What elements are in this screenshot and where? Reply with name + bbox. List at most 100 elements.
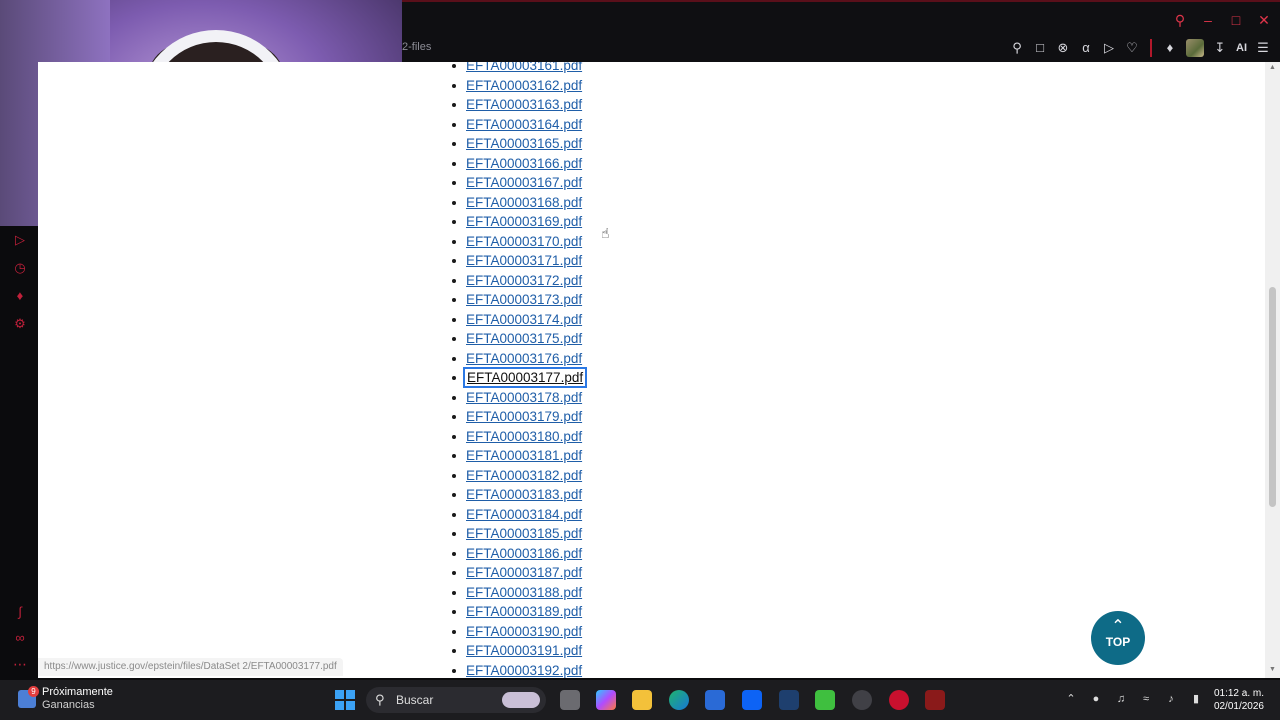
taskbar: 9 Próximamente Ganancias ⚲ Buscar ⌃ ● ♫ … [0,680,1280,720]
list-item: EFTA00003177.pdf [452,367,588,388]
file-link[interactable]: EFTA00003172.pdf [466,273,582,288]
file-link[interactable]: EFTA00003163.pdf [466,97,582,112]
battery-icon[interactable]: ▮ [1189,692,1203,706]
file-link[interactable]: EFTA00003188.pdf [466,585,582,600]
taskbar-search[interactable]: ⚲ Buscar [366,687,546,713]
file-link[interactable]: EFTA00003189.pdf [466,604,582,619]
list-item: EFTA00003176.pdf [452,349,584,369]
search-icon[interactable]: ⚲ [1172,12,1188,28]
microphone-icon[interactable]: ♫ [1114,692,1128,706]
list-item: EFTA00003189.pdf [452,602,584,622]
file-link[interactable]: EFTA00003161.pdf [466,62,582,73]
window-controls: ⚲ – □ ✕ [1172,12,1272,28]
wifi-icon[interactable]: ≈ [1139,692,1153,706]
scroll-down-arrow-icon[interactable]: ▼ [1269,666,1276,674]
scrollbar-thumb[interactable] [1269,287,1276,507]
bullet-icon [452,376,456,380]
list-item: EFTA00003172.pdf [452,271,584,291]
bullet-icon [452,629,456,634]
bullet-icon [452,181,456,185]
tray-app-icon[interactable]: ● [1089,692,1103,706]
adblock-icon[interactable]: ⊗ [1056,40,1070,56]
file-link[interactable]: EFTA00003180.pdf [466,429,582,444]
file-link[interactable]: EFTA00003169.pdf [466,214,582,229]
download-icon[interactable]: ↧ [1213,40,1227,56]
file-explorer-icon[interactable] [632,690,652,710]
file-link[interactable]: EFTA00003179.pdf [466,409,582,424]
bullet-icon [452,64,456,68]
file-link[interactable]: EFTA00003184.pdf [466,507,582,522]
extensions-icon[interactable]: ♦ [1163,40,1177,56]
file-link[interactable]: EFTA00003176.pdf [466,351,582,366]
minimize-button[interactable]: – [1200,12,1216,28]
file-link[interactable]: EFTA00003165.pdf [466,136,582,151]
file-link[interactable]: EFTA00003167.pdf [466,175,582,190]
file-link[interactable]: EFTA00003173.pdf [466,292,582,307]
opera-gx-icon[interactable] [889,690,909,710]
list-item: EFTA00003168.pdf [452,193,584,213]
file-link[interactable]: EFTA00003185.pdf [466,526,582,541]
history-icon[interactable]: ◷ [12,260,28,276]
pin-icon[interactable]: ⚲ [1010,40,1024,56]
file-link[interactable]: EFTA00003177.pdf [462,367,588,388]
file-link[interactable]: EFTA00003162.pdf [466,78,582,93]
player-icon[interactable]: ▷ [12,232,28,248]
ai-button[interactable]: AI [1236,42,1247,54]
file-link[interactable]: EFTA00003171.pdf [466,253,582,268]
sidebar-app-icon[interactable]: ∫ [12,604,28,620]
file-link[interactable]: EFTA00003190.pdf [466,624,582,639]
file-link[interactable]: EFTA00003168.pdf [466,195,582,210]
bullet-icon [452,122,456,127]
list-item: EFTA00003170.pdf [452,232,584,252]
file-link[interactable]: EFTA00003186.pdf [466,546,582,561]
bullet-icon [452,83,456,88]
translate-icon[interactable]: α [1079,40,1093,56]
profile-avatar[interactable] [1186,39,1204,57]
file-link[interactable]: EFTA00003166.pdf [466,156,582,171]
copilot-icon[interactable] [596,690,616,710]
tab-title[interactable]: 2-files [402,41,431,53]
page-scrollbar[interactable]: ▲ ▼ [1265,62,1280,678]
settings-icon[interactable]: ⚙ [12,316,28,332]
file-link[interactable]: EFTA00003191.pdf [466,643,582,658]
file-link[interactable]: EFTA00003187.pdf [466,565,582,580]
close-button[interactable]: ✕ [1256,12,1272,28]
weather-widget[interactable]: 9 Próximamente Ganancias [18,686,113,712]
store-icon[interactable] [705,690,725,710]
extensions-icon[interactable]: ♦ [12,288,28,304]
heart-icon[interactable]: ♡ [1125,40,1139,56]
chatgpt-icon[interactable] [852,690,872,710]
maximize-button[interactable]: □ [1228,12,1244,28]
file-link[interactable]: EFTA00003164.pdf [466,117,582,132]
search-highlight-image [502,692,540,708]
toolbar-icons: ⚲ □ ⊗ α ▷ ♡ ♦ ↧ AI ☰ [1010,39,1270,57]
app-icon[interactable] [779,690,799,710]
edge-icon[interactable] [669,690,689,710]
app-icon[interactable] [925,690,945,710]
start-button[interactable] [335,690,355,710]
menu-icon[interactable]: ☰ [1256,40,1270,56]
scroll-to-top-button[interactable]: ⌃ TOP [1091,611,1145,665]
minecraft-icon[interactable] [815,690,835,710]
snapshot-icon[interactable]: □ [1033,40,1047,56]
clock-date: 02/01/2026 [1213,701,1264,712]
scroll-up-arrow-icon[interactable]: ▲ [1269,64,1276,72]
clock[interactable]: 01:12 a. m. 02/01/2026 [1214,687,1264,713]
file-link[interactable]: EFTA00003174.pdf [466,312,582,327]
file-link[interactable]: EFTA00003175.pdf [466,331,582,346]
more-icon[interactable]: ⋯ [13,656,27,673]
chevron-up-icon[interactable]: ⌃ [1064,692,1078,706]
file-link[interactable]: EFTA00003170.pdf [466,234,582,249]
volume-icon[interactable]: ♪ [1164,692,1178,706]
file-link[interactable]: EFTA00003181.pdf [466,448,582,463]
dropbox-icon[interactable] [742,690,762,710]
file-link[interactable]: EFTA00003183.pdf [466,487,582,502]
file-link[interactable]: EFTA00003192.pdf [466,663,582,678]
gx-icon[interactable]: ∞ [12,630,28,646]
player-icon[interactable]: ▷ [1102,40,1116,56]
task-view-icon[interactable] [560,690,580,710]
file-link[interactable]: EFTA00003178.pdf [466,390,582,405]
bullet-icon [452,668,456,673]
widgets-icon: 9 [18,686,39,708]
file-link[interactable]: EFTA00003182.pdf [466,468,582,483]
